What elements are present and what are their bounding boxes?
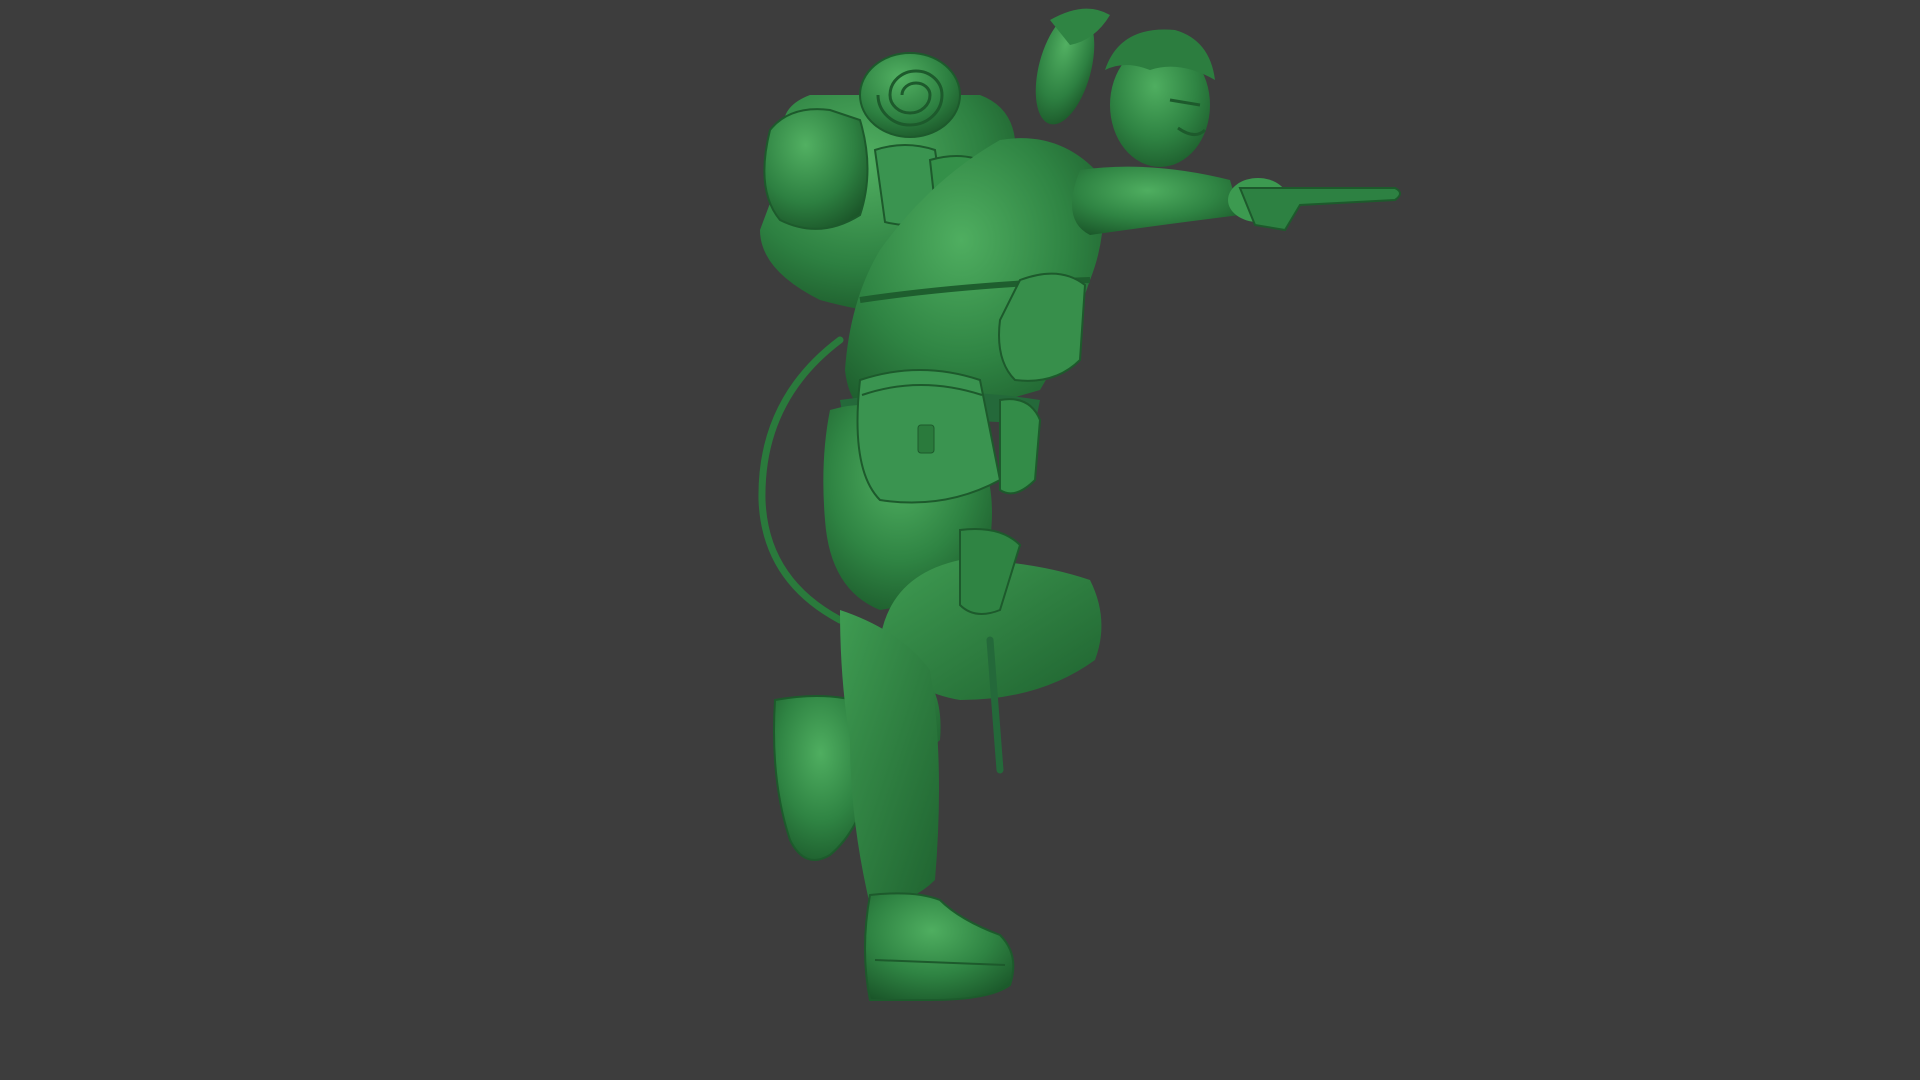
pistol xyxy=(1238,187,1401,232)
hat xyxy=(1035,8,1110,125)
standing-boot xyxy=(864,892,1015,1001)
arm xyxy=(1072,166,1240,235)
soldier-sculpt-render xyxy=(758,8,1401,1001)
head xyxy=(1105,29,1215,167)
3d-viewport[interactable] xyxy=(0,0,1920,1080)
